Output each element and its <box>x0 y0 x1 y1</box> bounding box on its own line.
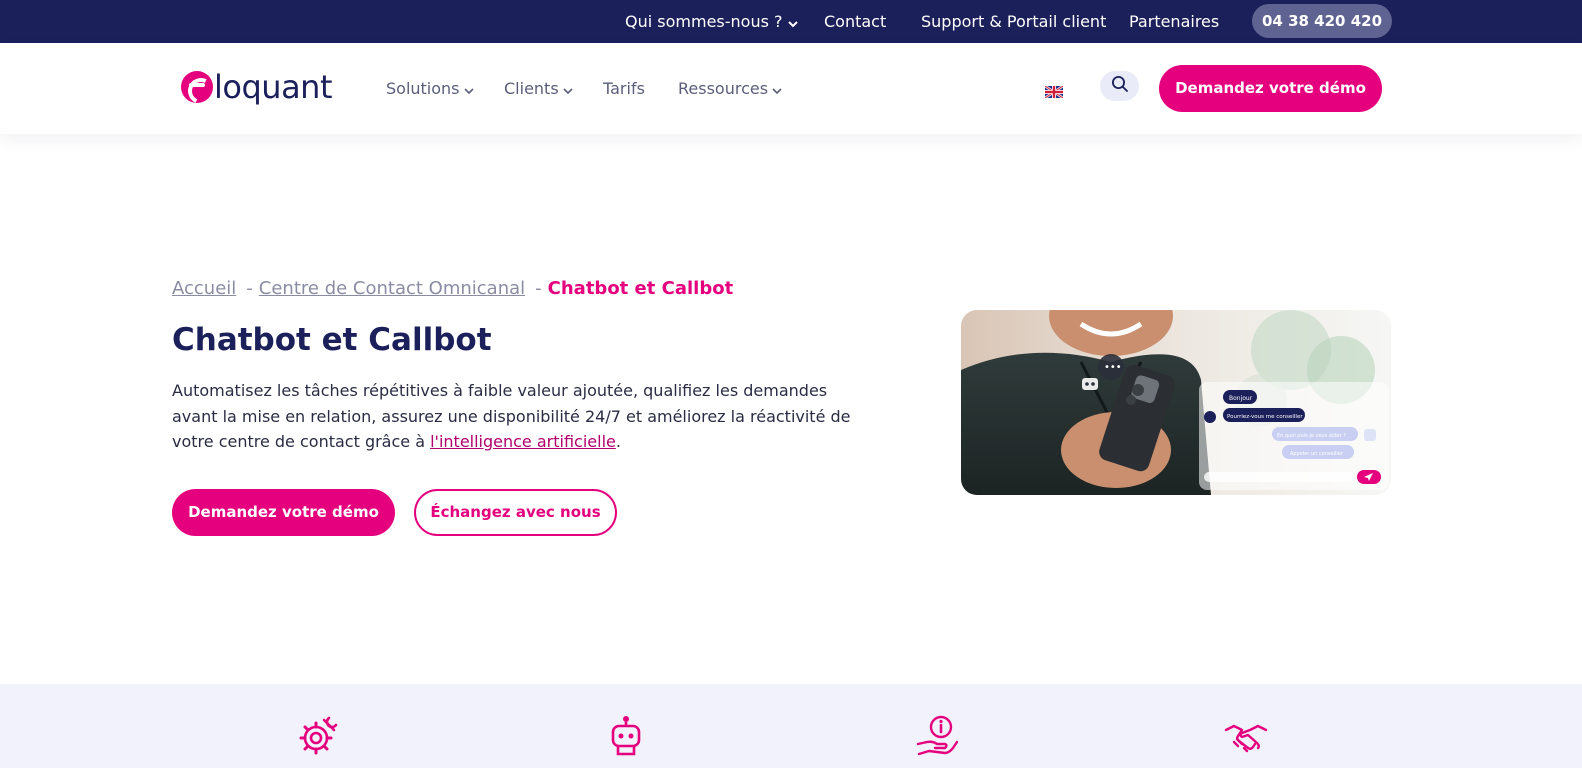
page-title: Chatbot et Callbot <box>172 322 492 358</box>
intro-text-end: . <box>615 432 621 451</box>
nav-ressources[interactable]: Ressources <box>678 43 782 134</box>
topbar-link-contact[interactable]: Contact <box>824 0 886 43</box>
breadcrumb-home[interactable]: Accueil <box>172 278 236 299</box>
logo-wordmark: loquant <box>214 68 333 106</box>
header-demo-button[interactable]: Demandez votre démo <box>1159 65 1382 112</box>
chevron-down-icon <box>772 44 782 135</box>
breadcrumb-separator: - <box>535 277 542 299</box>
nav-solutions[interactable]: Solutions <box>386 43 474 134</box>
chat-bubble-1: Bonjour <box>1229 395 1253 402</box>
phone-button[interactable]: 04 38 420 420 <box>1252 4 1392 38</box>
nav-label: Ressources <box>678 79 769 98</box>
ai-link[interactable]: l'intelligence artificielle <box>430 432 616 451</box>
nav-label: Tarifs <box>603 79 645 98</box>
svg-text:•••: ••• <box>1104 362 1122 373</box>
chevron-down-icon <box>787 1 798 44</box>
breadcrumb-separator: - <box>246 277 253 299</box>
chat-bubble-3: En quoi puis-je vous aider ? <box>1277 433 1346 439</box>
chat-bubble-4: Appeler un conseiller <box>1290 451 1344 457</box>
chevron-down-icon <box>463 44 474 135</box>
hero-contact-button[interactable]: Échangez avec nous <box>414 489 617 536</box>
breadcrumb-omnichannel[interactable]: Centre de Contact Omnicanal <box>259 278 525 299</box>
uk-flag-icon[interactable] <box>1044 83 1064 99</box>
handshake-icon <box>1224 714 1268 758</box>
nav-label: Solutions <box>386 79 460 98</box>
logo-e-mark <box>181 71 213 103</box>
chat-bubble-2: Pourriez-vous me conseiller ? <box>1227 414 1307 420</box>
search-icon <box>1111 75 1129 97</box>
breadcrumb-current: Chatbot et Callbot <box>547 277 734 299</box>
nav-tarifs[interactable]: Tarifs <box>603 43 645 134</box>
chevron-down-icon <box>563 44 573 135</box>
hand-info-icon <box>915 714 959 758</box>
topbar-link-about[interactable]: Qui sommes-nous ? <box>625 0 798 43</box>
topbar-link-label: Qui sommes-nous ? <box>625 12 783 31</box>
eloquant-logo[interactable]: loquant <box>181 67 333 107</box>
hero-demo-button[interactable]: Demandez votre démo <box>172 489 395 536</box>
hero-intro: Automatisez les tâches répétitives à fai… <box>172 378 877 455</box>
search-button[interactable] <box>1100 71 1139 101</box>
top-utility-bar: Qui sommes-nous ? Contact Support & Port… <box>0 0 1582 43</box>
nav-label: Clients <box>504 79 559 98</box>
topbar-link-support[interactable]: Support & Portail client <box>921 0 1106 43</box>
features-strip <box>0 684 1582 768</box>
breadcrumb: Accueil - Centre de Contact Omnicanal - … <box>172 276 733 300</box>
robot-icon <box>604 714 648 758</box>
hero-image: ••• Bonjour Pourriez-vous me conseiller … <box>961 310 1391 495</box>
gear-wrench-icon <box>296 714 340 758</box>
topbar-link-partners[interactable]: Partenaires <box>1129 0 1219 43</box>
nav-clients[interactable]: Clients <box>504 43 573 134</box>
